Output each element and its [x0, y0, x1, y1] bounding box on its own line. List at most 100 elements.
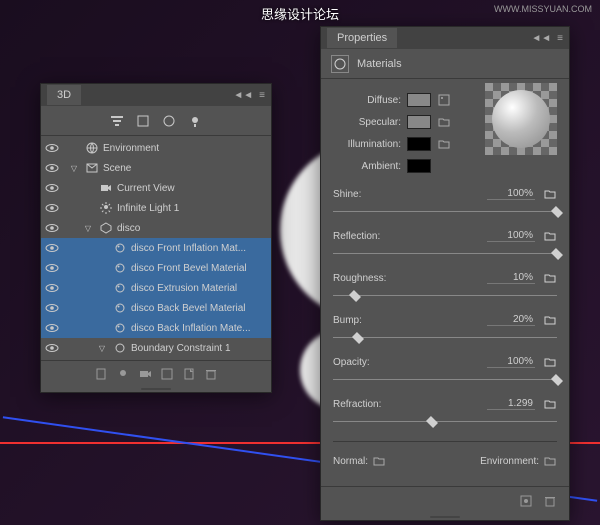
tree-item-label: disco Back Bevel Material	[131, 303, 246, 314]
tab-properties[interactable]: Properties	[327, 28, 397, 48]
visibility-icon[interactable]	[45, 261, 59, 275]
tree-item-label: Scene	[103, 163, 131, 174]
disclosure-icon[interactable]	[95, 261, 109, 275]
folder-icon[interactable]	[543, 229, 557, 243]
light-tool-icon[interactable]	[116, 367, 130, 381]
trash-icon[interactable]	[543, 494, 557, 508]
tree-item-label: disco Front Inflation Mat...	[131, 243, 246, 254]
new-icon[interactable]	[182, 367, 196, 381]
tree-row[interactable]: disco Back Bevel Material	[41, 298, 271, 318]
disclosure-icon[interactable]	[95, 241, 109, 255]
slider-row: Roughness:10%	[333, 271, 557, 303]
disclosure-icon[interactable]	[95, 281, 109, 295]
properties-subhead: Materials	[321, 49, 569, 79]
disclosure-icon[interactable]	[95, 301, 109, 315]
ambient-swatch[interactable]	[407, 159, 431, 173]
panel-collapse-icon[interactable]: ◄◄	[233, 90, 253, 101]
render-icon[interactable]	[160, 367, 174, 381]
disclosure-icon[interactable]: ▽	[95, 341, 109, 355]
visibility-icon[interactable]	[45, 341, 59, 355]
slider-value[interactable]: 20%	[487, 314, 535, 326]
visibility-icon[interactable]	[45, 281, 59, 295]
tree-item-label: disco Extrusion Material	[131, 283, 237, 294]
folder-icon[interactable]	[543, 187, 557, 201]
divider	[333, 441, 557, 442]
texture-icon[interactable]	[437, 93, 451, 107]
visibility-icon[interactable]	[45, 141, 59, 155]
disclosure-icon[interactable]	[67, 141, 81, 155]
visibility-icon[interactable]	[45, 221, 59, 235]
visibility-icon[interactable]	[45, 161, 59, 175]
disclosure-icon[interactable]: ▽	[67, 161, 81, 175]
panel-grip[interactable]	[41, 386, 271, 392]
tree-row[interactable]: Environment	[41, 138, 271, 158]
slider-track[interactable]	[333, 289, 557, 303]
tree-item-label: disco Back Inflation Mate...	[131, 323, 251, 334]
mat-icon	[113, 321, 127, 335]
disclosure-icon[interactable]	[81, 181, 95, 195]
panel-menu-icon[interactable]: ≡	[259, 90, 265, 101]
slider-value[interactable]: 100%	[487, 188, 535, 200]
slider-label: Shine:	[333, 189, 487, 200]
slider-value[interactable]: 1.299	[487, 398, 535, 410]
slider-track[interactable]	[333, 331, 557, 345]
circ-icon	[113, 341, 127, 355]
slider-track[interactable]	[333, 415, 557, 429]
tab-3d[interactable]: 3D	[47, 85, 81, 105]
visibility-icon[interactable]	[45, 321, 59, 335]
folder-icon[interactable]	[437, 115, 451, 129]
diffuse-swatch[interactable]	[407, 93, 431, 107]
visibility-icon[interactable]	[45, 201, 59, 215]
illumination-swatch[interactable]	[407, 137, 431, 151]
visibility-icon[interactable]	[45, 181, 59, 195]
camera-tool-icon[interactable]	[138, 367, 152, 381]
folder-icon[interactable]	[437, 137, 451, 151]
slider-track[interactable]	[333, 205, 557, 219]
folder-icon[interactable]	[543, 397, 557, 411]
panel-menu-icon[interactable]: ≡	[557, 33, 563, 44]
slider-label: Roughness:	[333, 273, 487, 284]
tree-row[interactable]: disco Extrusion Material	[41, 278, 271, 298]
folder-icon[interactable]	[543, 454, 557, 468]
mat-icon	[113, 301, 127, 315]
visibility-icon[interactable]	[45, 301, 59, 315]
render-icon[interactable]	[519, 494, 533, 508]
slider-track[interactable]	[333, 373, 557, 387]
tree-row[interactable]: disco Back Inflation Mate...	[41, 318, 271, 338]
folder-icon[interactable]	[543, 355, 557, 369]
tree-row[interactable]: ▽disco	[41, 218, 271, 238]
disclosure-icon[interactable]	[95, 321, 109, 335]
tree-row[interactable]: ▽ Boundary Constraint 1	[41, 338, 271, 358]
material-icon[interactable]	[161, 113, 177, 129]
tree-row[interactable]: Current View	[41, 178, 271, 198]
subhead-title: Materials	[357, 58, 402, 70]
trash-icon[interactable]	[204, 367, 218, 381]
panel-collapse-icon[interactable]: ◄◄	[531, 33, 551, 44]
slider-value[interactable]: 100%	[487, 356, 535, 368]
specular-swatch[interactable]	[407, 115, 431, 129]
mesh-icon[interactable]	[135, 113, 151, 129]
material-preview[interactable]	[485, 83, 557, 155]
normal-label: Normal:	[333, 456, 368, 467]
disclosure-icon[interactable]: ▽	[81, 221, 95, 235]
folder-icon[interactable]	[372, 454, 386, 468]
filter-icon[interactable]	[109, 113, 125, 129]
tree-row[interactable]: disco Front Inflation Mat...	[41, 238, 271, 258]
tool-icon[interactable]	[94, 367, 108, 381]
visibility-icon[interactable]	[45, 241, 59, 255]
ambient-label: Ambient:	[333, 161, 401, 172]
folder-icon[interactable]	[543, 313, 557, 327]
slider-value[interactable]: 10%	[487, 272, 535, 284]
tree-row[interactable]: Infinite Light 1	[41, 198, 271, 218]
panel-grip[interactable]	[321, 514, 569, 520]
slider-value[interactable]: 100%	[487, 230, 535, 242]
tree-row[interactable]: disco Front Bevel Material	[41, 258, 271, 278]
disclosure-icon[interactable]	[81, 201, 95, 215]
panel-3d: 3D ◄◄ ≡ Environment ▽ Scene Current ViewInf…	[40, 83, 272, 393]
light-icon[interactable]	[187, 113, 203, 129]
folder-icon[interactable]	[543, 271, 557, 285]
slider-track[interactable]	[333, 247, 557, 261]
tree-row[interactable]: ▽ Scene	[41, 158, 271, 178]
tree-item-label: Boundary Constraint 1	[131, 343, 231, 354]
diffuse-label: Diffuse:	[333, 95, 401, 106]
